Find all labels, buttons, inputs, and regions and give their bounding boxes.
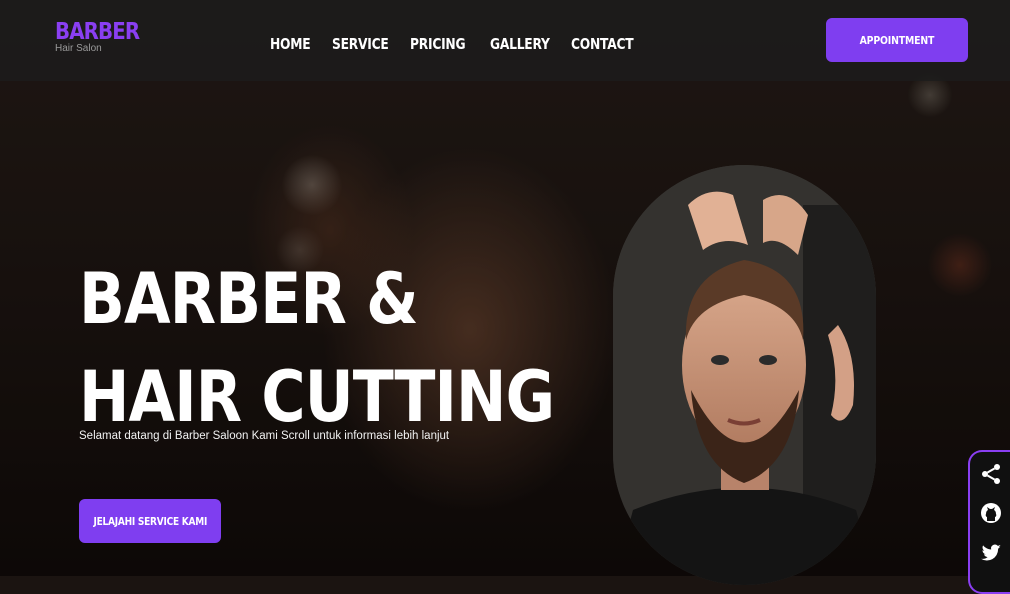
hero-subtitle: Selamat datang di Barber Saloon Kami Scr… bbox=[79, 430, 450, 442]
explore-services-label: JELAJAHI SERVICE KAMI bbox=[93, 514, 207, 528]
appointment-button-label: APPOINTMENT bbox=[859, 33, 935, 47]
nav-contact[interactable]: CONTACT bbox=[571, 35, 634, 53]
nav-pricing[interactable]: PRICING bbox=[410, 35, 466, 53]
nav-service[interactable]: SERVICE bbox=[332, 35, 389, 53]
explore-services-button[interactable]: JELAJAHI SERVICE KAMI bbox=[79, 499, 221, 543]
barber-portrait-image bbox=[613, 165, 876, 585]
portrait-illustration bbox=[613, 165, 876, 585]
appointment-button[interactable]: APPOINTMENT bbox=[826, 18, 968, 62]
top-navbar: BARBER Hair Salon HOME SERVICE PRICING G… bbox=[0, 0, 1010, 81]
hero-title-line-1: BARBER & bbox=[79, 258, 419, 340]
share-icon[interactable] bbox=[979, 462, 1003, 486]
nav-gallery[interactable]: GALLERY bbox=[490, 35, 550, 53]
nav-home[interactable]: HOME bbox=[270, 35, 311, 53]
hero-title: BARBER & HAIR CUTTING bbox=[79, 250, 555, 446]
social-dock bbox=[968, 450, 1010, 594]
github-icon[interactable] bbox=[979, 501, 1003, 525]
twitter-icon[interactable] bbox=[979, 541, 1003, 565]
